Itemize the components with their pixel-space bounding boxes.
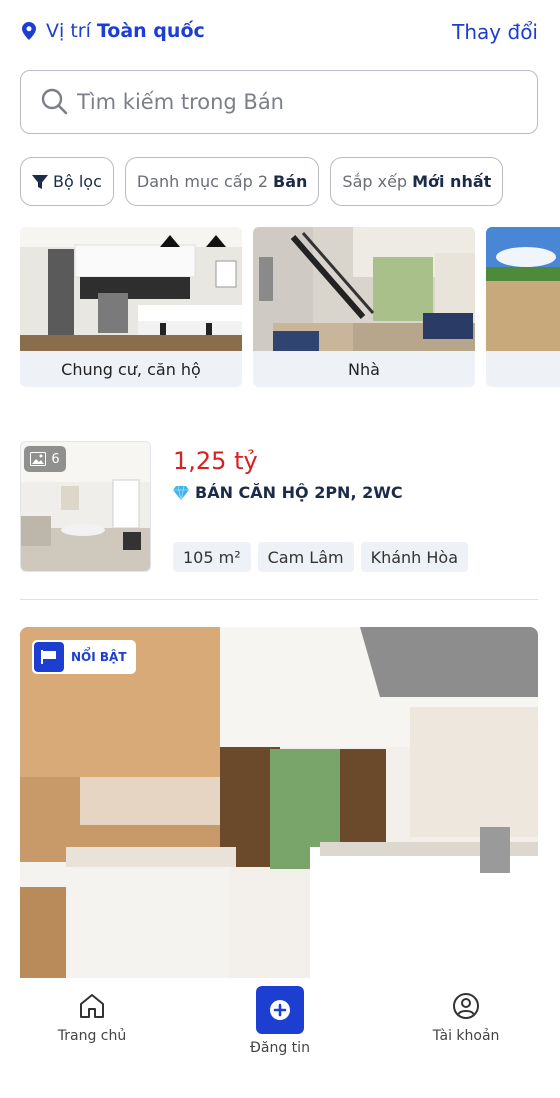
category-label <box>486 351 560 387</box>
category-card-land[interactable] <box>486 227 560 387</box>
featured-listing[interactable]: NỔI BẬT <box>20 627 538 987</box>
flag-icon <box>34 642 64 672</box>
location-pin-icon <box>22 22 36 40</box>
image-icon <box>30 452 47 466</box>
location-prefix: Vị trí <box>46 20 91 42</box>
nav-home-label: Trang chủ <box>57 1028 127 1044</box>
filter-button[interactable]: Bộ lọc <box>20 157 114 206</box>
category-value: Bán <box>273 172 308 191</box>
photo-count: 6 <box>51 451 60 467</box>
category-label: Nhà <box>348 359 380 379</box>
nav-home[interactable]: Trang chủ <box>32 992 152 1044</box>
sort-prefix: Sắp xếp <box>342 172 408 191</box>
listing-price: 1,25 tỷ <box>173 447 258 475</box>
filter-label: Bộ lọc <box>53 172 102 191</box>
bottom-navigation: Trang chủ Đăng tin Tài khoản <box>0 978 560 1098</box>
search-box[interactable] <box>20 70 538 134</box>
listing-title[interactable]: BÁN CĂN HỘ 2PN, 2WC <box>173 483 403 502</box>
nav-post[interactable]: Đăng tin <box>220 986 340 1056</box>
province-tag: Khánh Hòa <box>360 542 469 572</box>
listing-thumbnail[interactable]: 6 <box>20 441 151 572</box>
account-icon <box>453 993 479 1019</box>
category-prefix: Danh mục cấp 2 <box>136 172 269 191</box>
change-location-link[interactable]: Thay đổi <box>452 20 538 44</box>
category-carousel[interactable]: Chung cư, căn hộ Nhà <box>20 227 560 389</box>
featured-badge-label: NỔI BẬT <box>71 650 127 664</box>
diamond-icon <box>173 485 189 500</box>
apartment-image <box>20 227 242 351</box>
category-chip[interactable]: Danh mục cấp 2 Bán <box>124 157 320 206</box>
search-icon <box>41 88 68 115</box>
district-tag: Cam Lâm <box>257 542 354 572</box>
land-image <box>486 227 560 351</box>
location-selector[interactable]: Vị trí Toàn quốc <box>22 20 205 42</box>
nav-account-label: Tài khoản <box>432 1028 500 1044</box>
category-label: Chung cư, căn hộ <box>61 359 201 379</box>
listing-tags: 105 m² Cam Lâm Khánh Hòa <box>173 542 475 572</box>
filter-chips: Bộ lọc Danh mục cấp 2 Bán Sắp xếp Mới nh… <box>20 157 514 206</box>
featured-image <box>20 627 538 987</box>
sort-chip[interactable]: Sắp xếp Mới nhất <box>330 157 504 206</box>
area-tag: 105 m² <box>173 542 251 572</box>
sort-value: Mới nhất <box>412 172 492 191</box>
photo-count-badge: 6 <box>24 446 66 472</box>
house-image <box>253 227 475 351</box>
top-bar: Vị trí Toàn quốc Thay đổi <box>0 0 560 64</box>
featured-badge: NỔI BẬT <box>32 640 136 674</box>
filter-icon <box>32 174 48 189</box>
listing-title-text: BÁN CĂN HỘ 2PN, 2WC <box>195 483 403 502</box>
listing-item[interactable]: 6 1,25 tỷ BÁN CĂN HỘ 2PN, 2WC 105 m² Cam… <box>20 441 540 573</box>
search-input[interactable] <box>77 90 497 114</box>
category-card-house[interactable]: Nhà <box>253 227 475 387</box>
add-post-icon <box>256 986 304 1034</box>
nav-account[interactable]: Tài khoản <box>406 992 526 1044</box>
category-card-apartment[interactable]: Chung cư, căn hộ <box>20 227 242 387</box>
home-icon <box>80 994 104 1018</box>
divider <box>20 599 538 600</box>
location-value: Toàn quốc <box>96 20 205 42</box>
nav-post-label: Đăng tin <box>250 1040 310 1056</box>
